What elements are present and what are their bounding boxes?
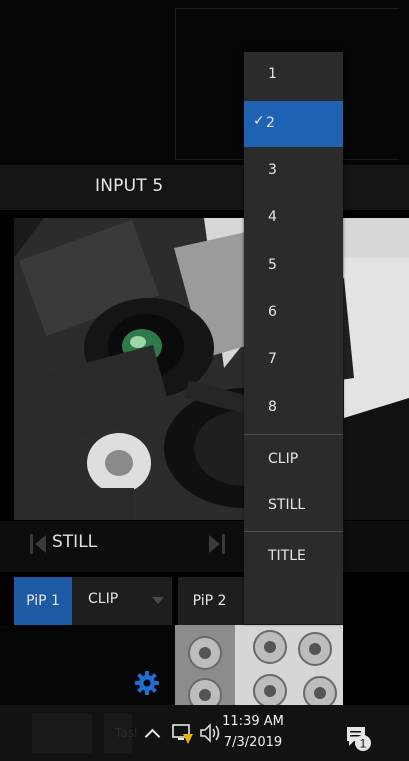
- pip2-preview-thumbnail[interactable]: [175, 625, 343, 705]
- still-label: STILL: [52, 532, 98, 552]
- pip1-source-select[interactable]: CLIP: [72, 577, 172, 625]
- menu-item-1[interactable]: 1: [244, 52, 343, 98]
- skip-forward-icon-bar: [222, 534, 225, 554]
- volume-icon[interactable]: [198, 720, 222, 746]
- network-icon[interactable]: [171, 720, 195, 746]
- notification-icon[interactable]: 1: [344, 724, 372, 752]
- next-still-button[interactable]: [209, 530, 225, 558]
- menu-item-7[interactable]: 7: [244, 337, 343, 383]
- menu-item-title[interactable]: TITLE: [244, 534, 343, 580]
- taskbar-app-label: Tasl: [115, 726, 138, 740]
- pip2-source-dropdown-menu: 1 ✓ 2 3 4 5 6 7 8 CLIP STILL TITLE: [244, 52, 343, 624]
- menu-item-2[interactable]: ✓ 2: [244, 101, 343, 147]
- menu-item-6[interactable]: 6: [244, 290, 343, 336]
- skip-forward-icon: [209, 535, 220, 553]
- clock-date[interactable]: 7/3/2019: [222, 735, 284, 750]
- input-title: INPUT 5: [95, 176, 164, 196]
- clock-time[interactable]: 11:39 AM: [222, 714, 284, 729]
- menu-separator: [244, 434, 343, 435]
- menu-item-5[interactable]: 5: [244, 243, 343, 289]
- connector-image: [175, 625, 343, 705]
- top-panel: [0, 0, 409, 165]
- input-header-bar: [0, 165, 409, 210]
- skip-back-icon: [35, 535, 46, 553]
- menu-item-4[interactable]: 4: [244, 195, 343, 241]
- taskbar-app-button[interactable]: [32, 713, 92, 753]
- skip-back-icon-bar: [30, 534, 33, 554]
- menu-separator: [244, 531, 343, 532]
- gear-icon[interactable]: [134, 670, 160, 696]
- menu-item-still[interactable]: STILL: [244, 483, 343, 529]
- pip1-toggle[interactable]: PiP 1: [14, 577, 72, 625]
- checkmark-icon: ✓: [253, 113, 265, 129]
- menu-item-3[interactable]: 3: [244, 148, 343, 194]
- menu-item-8[interactable]: 8: [244, 385, 343, 431]
- chevron-down-icon: [152, 597, 164, 604]
- pip1-source-value: CLIP: [88, 591, 119, 607]
- camera-image: [14, 218, 409, 520]
- notification-count: 1: [360, 737, 367, 751]
- pip2-toggle[interactable]: PiP 2: [178, 577, 241, 625]
- menu-item-clip[interactable]: CLIP: [244, 437, 343, 483]
- chevron-up-icon[interactable]: [144, 720, 162, 746]
- input-preview-image[interactable]: [14, 218, 409, 520]
